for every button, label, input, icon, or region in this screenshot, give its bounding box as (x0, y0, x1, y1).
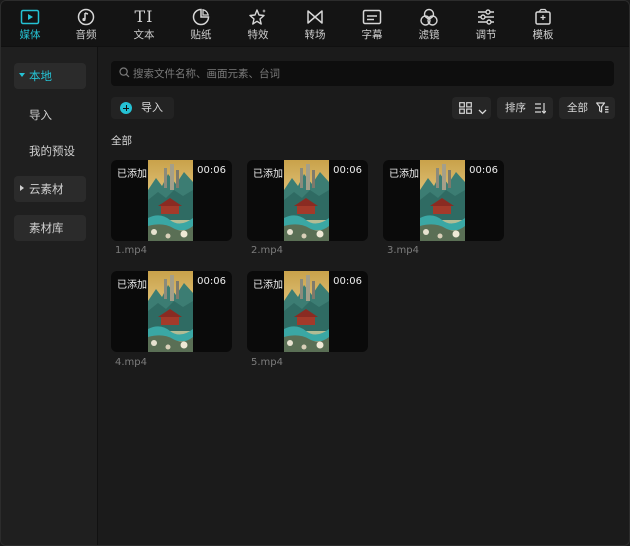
added-badge: 已添加 (389, 169, 419, 180)
added-badge: 已添加 (253, 280, 283, 291)
view-mode-button[interactable] (452, 97, 491, 119)
duration-label: 00:06 (469, 165, 498, 176)
media-card-3[interactable]: 已添加 00:06 (383, 160, 504, 241)
added-badge: 已添加 (253, 169, 283, 180)
tab-text[interactable]: TI 文本 (122, 5, 166, 45)
import-button[interactable]: 导入 (111, 97, 174, 119)
duration-label: 00:06 (197, 276, 226, 287)
file-name: 2.mp4 (251, 245, 283, 256)
duration-label: 00:06 (197, 165, 226, 176)
sidebar-item-presets[interactable]: 我的预设 (14, 138, 86, 164)
file-name: 3.mp4 (387, 245, 419, 256)
file-name: 4.mp4 (115, 357, 147, 368)
video-thumbnail (420, 160, 465, 241)
media-card-5[interactable]: 已添加 00:06 (247, 271, 368, 352)
main-content: 导入 排序 全部 全部 (99, 47, 629, 545)
video-thumbnail (284, 271, 329, 352)
sort-icon (534, 102, 547, 117)
duration-label: 00:06 (333, 276, 362, 287)
sidebar-item-import[interactable]: 导入 (14, 102, 86, 128)
funnel-icon (596, 102, 609, 117)
chevron-down-icon (478, 105, 487, 118)
tab-effects[interactable]: 特效 (236, 5, 280, 45)
sort-button[interactable]: 排序 (497, 97, 553, 119)
media-icon (8, 5, 52, 29)
tab-transition[interactable]: 转场 (293, 5, 337, 45)
video-thumbnail (284, 160, 329, 241)
tab-audio[interactable]: 音频 (64, 5, 108, 45)
tab-media[interactable]: 媒体 (8, 5, 52, 45)
audio-icon (64, 5, 108, 29)
top-toolbar: 媒体 音频 TI 文本 贴纸 特效 转场 字幕 滤镜 调节 模板 (1, 1, 629, 47)
video-thumbnail (148, 271, 193, 352)
sidebar: 本地 导入 我的预设 云素材 素材库 (1, 47, 98, 545)
tab-sticker[interactable]: 贴纸 (179, 5, 223, 45)
grid-icon (459, 102, 472, 117)
search-icon (119, 67, 130, 81)
sidebar-item-local[interactable]: 本地 (14, 63, 86, 89)
effects-icon (236, 5, 280, 29)
template-icon (521, 5, 565, 29)
search-input[interactable] (133, 61, 603, 86)
video-thumbnail (148, 160, 193, 241)
sticker-icon (179, 5, 223, 29)
added-badge: 已添加 (117, 169, 147, 180)
media-card-1[interactable]: 已添加 00:06 (111, 160, 232, 241)
added-badge: 已添加 (117, 280, 147, 291)
search-bar (111, 61, 614, 86)
media-panel: 媒体 音频 TI 文本 贴纸 特效 转场 字幕 滤镜 调节 模板 本地 导入 我… (0, 0, 630, 546)
sidebar-item-cloud[interactable]: 云素材 (14, 176, 86, 202)
subtitle-icon (350, 5, 394, 29)
sidebar-item-library[interactable]: 素材库 (14, 215, 86, 241)
file-name: 5.mp4 (251, 357, 283, 368)
caret-down-icon (19, 73, 25, 77)
transition-icon (293, 5, 337, 29)
plus-icon (120, 102, 132, 114)
filter-icon (407, 5, 451, 29)
media-card-4[interactable]: 已添加 00:06 (111, 271, 232, 352)
adjust-icon (464, 5, 508, 29)
filter-button[interactable]: 全部 (559, 97, 615, 119)
tab-template[interactable]: 模板 (521, 5, 565, 45)
tab-adjust[interactable]: 调节 (464, 5, 508, 45)
text-icon: TI (134, 7, 154, 26)
duration-label: 00:06 (333, 165, 362, 176)
caret-right-icon (20, 185, 24, 191)
file-name: 1.mp4 (115, 245, 147, 256)
tab-filter[interactable]: 滤镜 (407, 5, 451, 45)
section-title: 全部 (111, 135, 132, 147)
tab-subtitle[interactable]: 字幕 (350, 5, 394, 45)
media-card-2[interactable]: 已添加 00:06 (247, 160, 368, 241)
